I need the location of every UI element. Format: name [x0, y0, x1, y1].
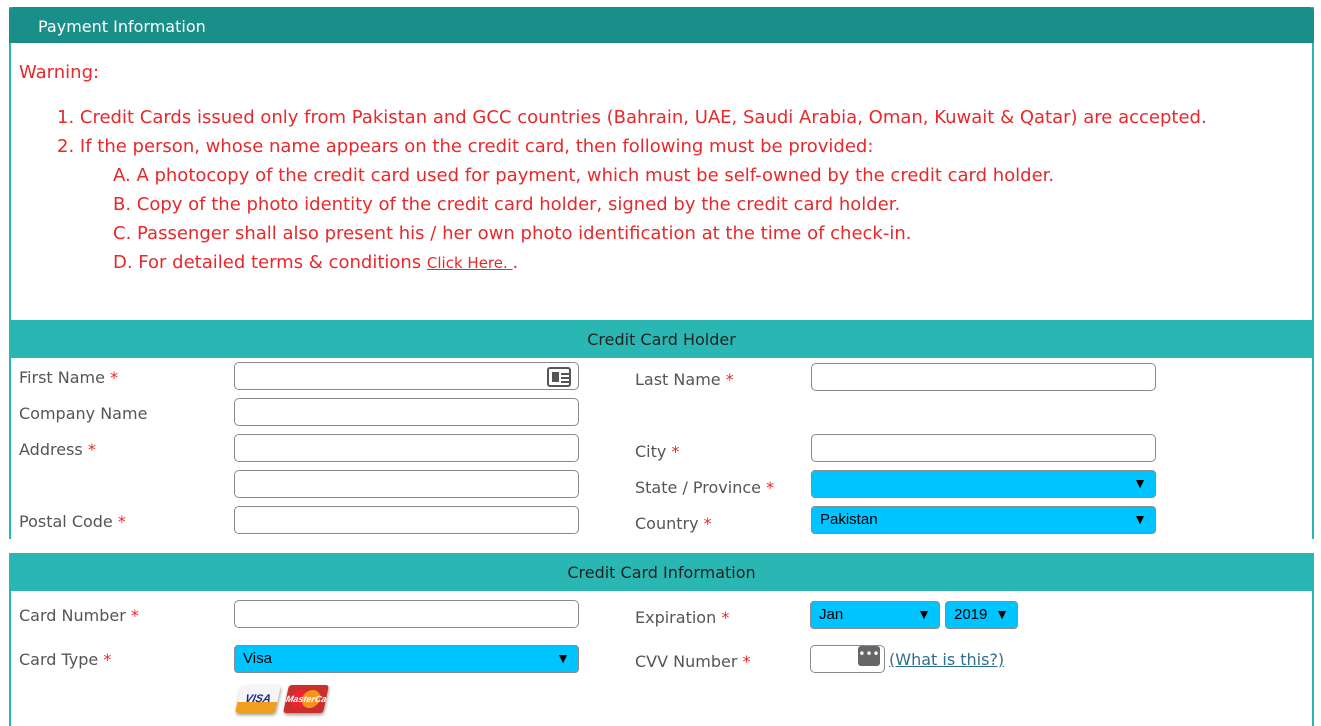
warning-subitem: B. Copy of the photo identity of the cre…: [113, 194, 901, 215]
chevron-down-icon: ▼: [1133, 475, 1147, 491]
warning-subitem: C. Passenger shall also present his / he…: [113, 223, 912, 244]
section-divider: [9, 539, 1314, 553]
section-title: Credit Card Holder: [587, 330, 736, 349]
terms-suffix: .: [512, 252, 519, 273]
last-name-input[interactable]: [811, 363, 1156, 391]
expiration-month-select[interactable]: Jan ▼: [810, 601, 940, 629]
expiration-label: Expiration *: [635, 608, 730, 627]
country-select[interactable]: Pakistan ▼: [811, 506, 1156, 534]
cvv-help-link[interactable]: (What is this?): [889, 650, 1004, 669]
city-label: City *: [635, 442, 680, 461]
card-type-select[interactable]: Visa ▼: [234, 645, 579, 673]
state-label: State / Province *: [635, 478, 775, 497]
warning-list: 1. Credit Cards issued only from Pakista…: [19, 103, 1207, 278]
terms-link[interactable]: Click Here.: [427, 254, 513, 272]
section-card-information: Credit Card Information: [9, 553, 1314, 591]
postal-code-label: Postal Code *: [19, 512, 126, 531]
address-line2-input[interactable]: [234, 470, 579, 498]
warning-item: 2. If the person, whose name appears on …: [57, 136, 874, 157]
card-number-input[interactable]: [234, 600, 579, 628]
chevron-down-icon: ▼: [917, 606, 931, 622]
city-input[interactable]: [811, 434, 1156, 462]
warning-subitem: A. A photocopy of the credit card used f…: [113, 165, 1055, 186]
section-title: Credit Card Information: [567, 563, 756, 582]
exp-month-value: Jan: [819, 606, 844, 623]
chevron-down-icon: ▼: [556, 650, 570, 666]
warning-item: 1. Credit Cards issued only from Pakista…: [57, 107, 1207, 128]
visa-logo-icon: VISA: [235, 685, 281, 713]
card-number-label: Card Number *: [19, 606, 139, 625]
warning-subitem-terms: D. For detailed terms & conditions Click…: [19, 248, 1207, 278]
company-name-input[interactable]: [234, 398, 579, 426]
card-type-value: Visa: [243, 650, 272, 667]
terms-text: D. For detailed terms & conditions: [113, 252, 427, 273]
address-line1-input[interactable]: [234, 434, 579, 462]
state-select[interactable]: ▼: [811, 470, 1156, 498]
address-label: Address *: [19, 440, 96, 459]
cvv-icon: •••: [858, 646, 880, 666]
last-name-label: Last Name *: [635, 370, 734, 389]
company-name-label: Company Name: [19, 404, 148, 423]
first-name-input[interactable]: [234, 362, 579, 390]
expiration-year-select[interactable]: 2019 ▼: [945, 601, 1018, 629]
chevron-down-icon: ▼: [1133, 511, 1147, 527]
exp-year-value: 2019: [954, 606, 988, 623]
country-value: Pakistan: [820, 511, 878, 528]
section-card-holder: Credit Card Holder: [9, 320, 1314, 358]
warning-box: Warning: 1. Credit Cards issued only fro…: [19, 62, 1207, 278]
first-name-label: First Name *: [19, 368, 119, 387]
mastercard-logo-icon: MasterCard: [283, 685, 329, 713]
warning-title: Warning:: [19, 62, 100, 83]
chevron-down-icon: ▼: [995, 606, 1009, 622]
postal-code-input[interactable]: [234, 506, 579, 534]
cvv-label: CVV Number *: [635, 652, 751, 671]
country-label: Country *: [635, 514, 712, 533]
panel-header: Payment Information: [9, 7, 1314, 43]
panel-title: Payment Information: [38, 17, 206, 36]
card-type-label: Card Type *: [19, 650, 112, 669]
contact-card-icon[interactable]: [547, 367, 571, 387]
